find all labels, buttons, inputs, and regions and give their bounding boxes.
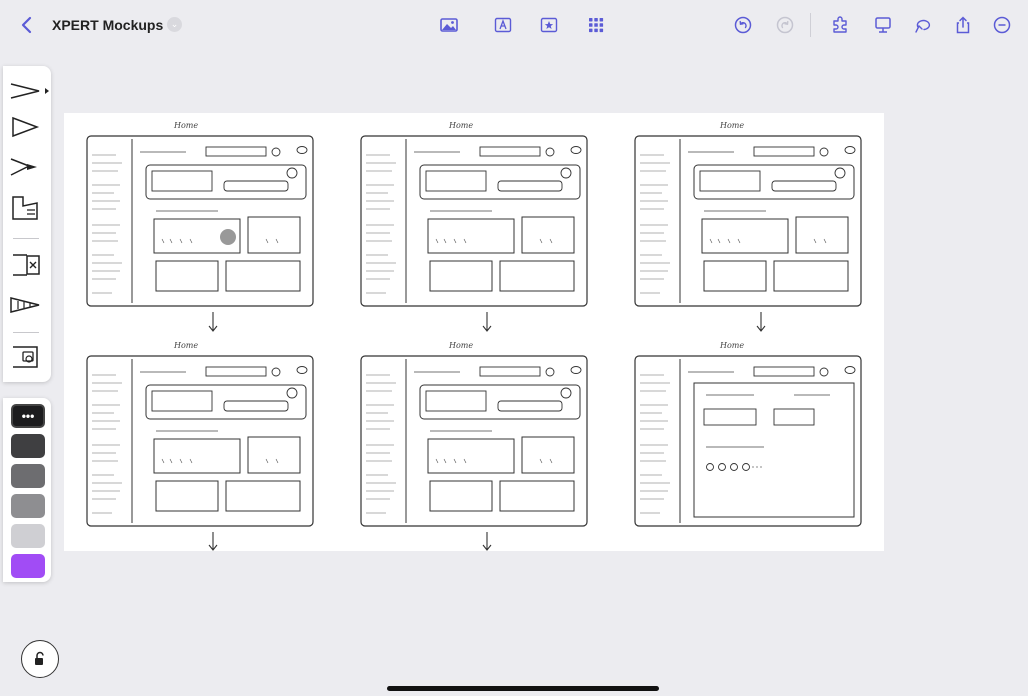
frame-label: Home <box>449 121 474 130</box>
swatch-gray[interactable] <box>11 464 45 488</box>
swatch-mid-gray[interactable] <box>11 494 45 518</box>
swatch-black-selected[interactable]: ••• <box>11 404 45 428</box>
image-icon[interactable] <box>438 15 460 35</box>
palette-divider <box>13 238 39 239</box>
palette-divider <box>13 332 39 333</box>
swatch-dark-gray[interactable] <box>11 434 45 458</box>
grid-icon[interactable] <box>585 15 607 35</box>
flow-arrow-icon <box>480 311 494 333</box>
frame-label: Home <box>174 341 199 350</box>
color-swatches: ••• <box>3 398 51 582</box>
extensions-icon[interactable] <box>829 15 851 35</box>
text-box-icon[interactable] <box>492 15 514 35</box>
toolbar-divider <box>810 13 811 37</box>
highlighter-tool-icon[interactable] <box>9 194 41 220</box>
shape-tool-icon[interactable] <box>9 344 41 370</box>
wireframe-sketch <box>360 355 588 529</box>
spray-tool-icon[interactable] <box>9 292 41 318</box>
flow-arrow-icon <box>480 531 494 553</box>
wireframe-sketch <box>634 135 862 309</box>
more-icon[interactable] <box>991 15 1013 35</box>
frame-label: Home <box>174 121 199 130</box>
wireframe-sketch <box>634 355 862 529</box>
tool-palette <box>3 66 51 382</box>
undo-icon[interactable] <box>732 15 754 35</box>
home-indicator[interactable] <box>387 686 659 691</box>
lasso-icon[interactable] <box>912 15 934 35</box>
top-toolbar: XPERT Mockups ⌄ <box>0 0 1028 50</box>
swatch-light-gray[interactable] <box>11 524 45 548</box>
unlock-icon <box>35 651 44 665</box>
frame-label: Home <box>720 121 745 130</box>
drawing-canvas[interactable]: Home Home Home Home Home Home <box>64 113 884 551</box>
flow-arrow-icon <box>206 311 220 333</box>
frame-label: Home <box>449 341 474 350</box>
marker-tool-icon[interactable] <box>9 114 41 140</box>
present-icon[interactable] <box>872 15 894 35</box>
flow-arrow-icon <box>206 531 220 553</box>
pen-tool-icon[interactable] <box>9 78 49 104</box>
wireframe-sketch <box>360 135 588 309</box>
back-chevron-icon[interactable] <box>16 14 38 36</box>
redo-icon[interactable] <box>774 15 796 35</box>
frame-label: Home <box>720 341 745 350</box>
lock-button[interactable] <box>21 640 59 678</box>
flow-arrow-icon <box>754 311 768 333</box>
swatch-purple[interactable] <box>11 554 45 578</box>
sticker-icon[interactable] <box>538 15 560 35</box>
title-menu-chevron-icon[interactable]: ⌄ <box>167 17 182 32</box>
wireframe-sketch <box>86 135 314 309</box>
wireframe-sketch <box>86 355 314 529</box>
fountain-pen-tool-icon[interactable] <box>9 154 41 180</box>
share-icon[interactable] <box>952 15 974 35</box>
eraser-tool-icon[interactable] <box>9 252 41 278</box>
document-title[interactable]: XPERT Mockups <box>52 17 163 33</box>
